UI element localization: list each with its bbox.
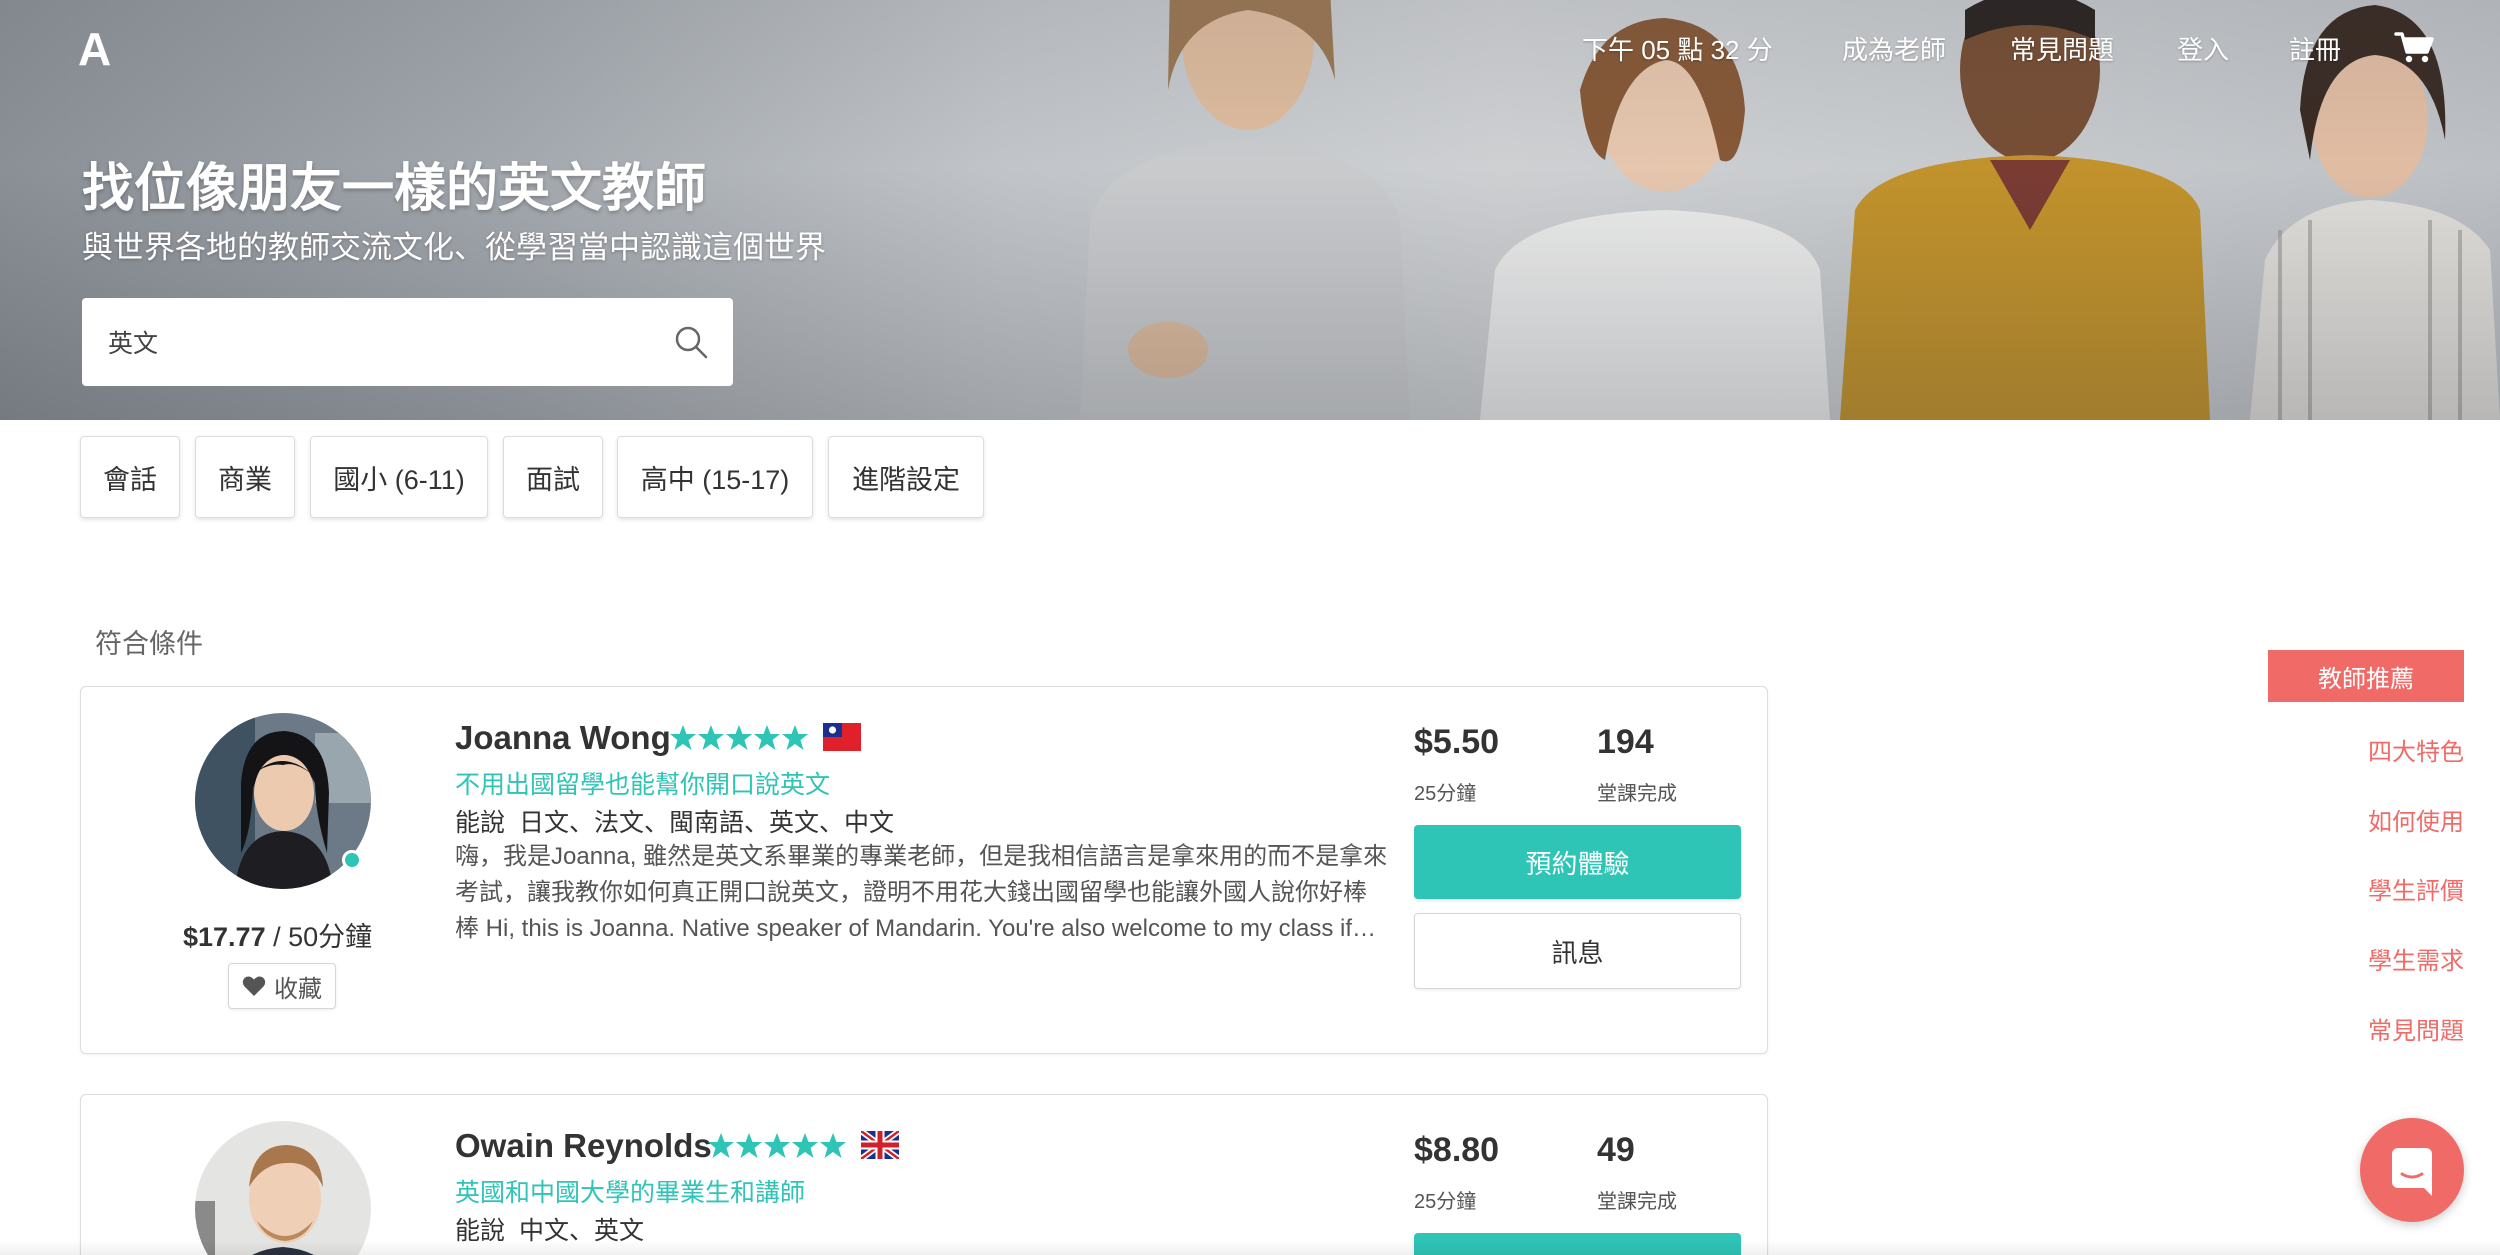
teacher-name[interactable]: Joanna Wong — [455, 719, 671, 757]
side-nav-faq[interactable]: 常見問題 — [2368, 1011, 2464, 1046]
side-nav-reviews[interactable]: 學生評價 — [2368, 871, 2464, 906]
side-nav-recommended[interactable]: 教師推薦 — [2268, 650, 2464, 702]
side-nav-features[interactable]: 四大特色 — [2368, 732, 2464, 767]
side-nav-how-to-use[interactable]: 如何使用 — [2368, 802, 2464, 837]
teacher-languages: 能說 日文、法文、閩南語、英文、中文 — [455, 809, 895, 837]
filter-advanced-settings[interactable]: 進階設定 — [828, 436, 984, 518]
teacher-description: 嗨，我是Joanna, 雖然是英文系畢業的專業老師，但是我相信語言是拿來用的而不… — [455, 843, 1388, 942]
trial-price: $5.50 — [1414, 723, 1500, 761]
search-box — [82, 298, 733, 386]
taiwan-flag-icon — [823, 723, 861, 751]
teacher-card[interactable]: Owain Reynolds 英國和中國大學的畢業生和講師 能說 中文、英文 $8… — [80, 1094, 1768, 1255]
favorite-label: 收藏 — [274, 975, 322, 1003]
nav-login[interactable]: 登入 — [2177, 30, 2229, 67]
hourly-price: $17.77 / 50分鐘 — [183, 922, 373, 952]
filter-high-school[interactable]: 高中 (15-17) — [617, 436, 813, 518]
rating-stars — [670, 725, 808, 750]
message-button[interactable]: 訊息 — [1414, 913, 1741, 989]
online-status-indicator — [342, 850, 362, 870]
favorite-button[interactable]: 收藏 — [228, 963, 336, 1009]
teacher-tagline: 英國和中國大學的畢業生和講師 — [455, 1179, 806, 1207]
hero-banner: A 下午 05 點 32 分 成為老師 常見問題 登入 註冊 找位像朋友一樣的英… — [0, 0, 2500, 420]
trial-duration: 25分鐘 — [1414, 783, 1477, 805]
avatar[interactable] — [195, 1121, 371, 1255]
cart-icon[interactable] — [2394, 30, 2434, 64]
uk-flag-icon — [861, 1131, 899, 1159]
filter-interview[interactable]: 面試 — [503, 436, 603, 518]
trial-price: $8.80 — [1414, 1131, 1500, 1169]
hero-subtitle: 與世界各地的教師交流文化、從學習當中認識這個世界 — [82, 230, 826, 265]
search-icon[interactable] — [673, 324, 709, 360]
book-trial-button[interactable]: 預約體驗 — [1414, 825, 1741, 899]
filter-business[interactable]: 商業 — [195, 436, 295, 518]
chat-icon — [2392, 1148, 2432, 1196]
teacher-card[interactable]: $17.77 / 50分鐘 收藏 Joanna Wong 不用出國留學也能幫你開… — [80, 686, 1768, 1054]
side-nav-student-needs[interactable]: 學生需求 — [2368, 941, 2464, 976]
trial-duration: 25分鐘 — [1414, 1191, 1477, 1213]
results-label: 符合條件 — [95, 629, 203, 659]
filter-elementary[interactable]: 國小 (6-11) — [310, 436, 488, 518]
hero-title: 找位像朋友一樣的英文教師 — [82, 160, 707, 218]
rating-stars — [708, 1133, 846, 1158]
nav-become-teacher[interactable]: 成為老師 — [1842, 30, 1946, 67]
nav-register[interactable]: 註冊 — [2289, 30, 2341, 67]
heart-icon — [242, 976, 266, 996]
teacher-name[interactable]: Owain Reynolds — [455, 1127, 712, 1165]
filter-conversation[interactable]: 會話 — [80, 436, 180, 518]
search-input[interactable] — [108, 320, 668, 364]
nav-time: 下午 05 點 32 分 — [1582, 35, 1773, 65]
lesson-count-label: 堂課完成 — [1597, 1191, 1677, 1213]
lesson-count: 49 — [1597, 1131, 1635, 1169]
nav-faq[interactable]: 常見問題 — [2010, 30, 2114, 67]
lesson-count-label: 堂課完成 — [1597, 783, 1677, 805]
chat-widget-button[interactable] — [2360, 1118, 2464, 1222]
page-bottom-edge — [0, 1240, 2500, 1255]
lesson-count: 194 — [1597, 723, 1654, 761]
teacher-tagline: 不用出國留學也能幫你開口說英文 — [455, 771, 831, 799]
site-logo[interactable]: A — [78, 22, 112, 76]
